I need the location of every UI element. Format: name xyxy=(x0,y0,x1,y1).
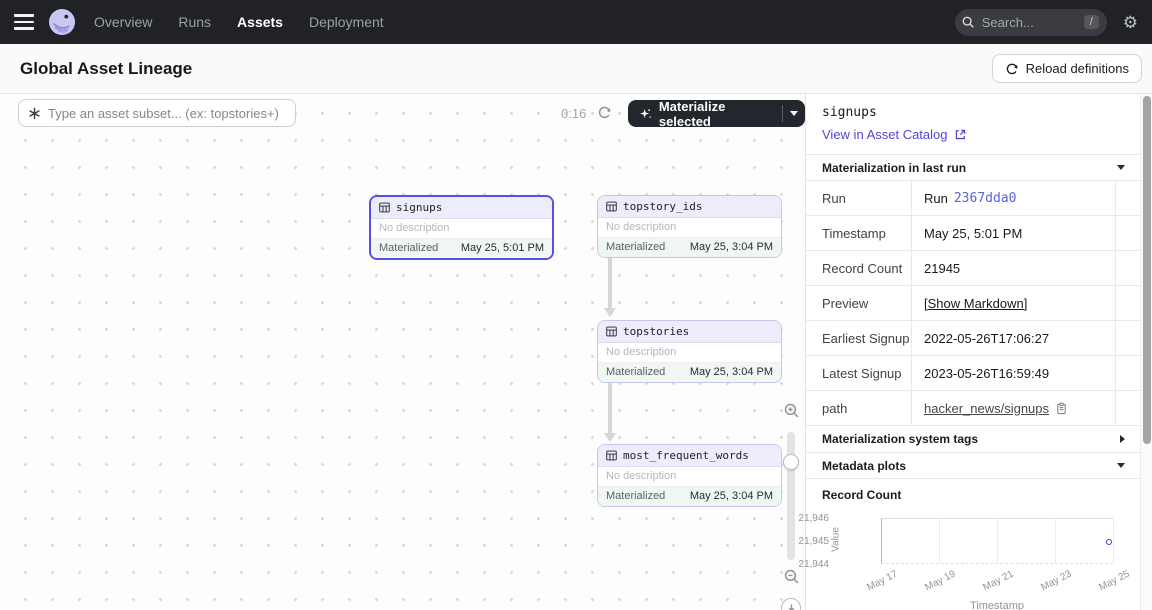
nav-item-assets[interactable]: Assets xyxy=(237,14,283,30)
plot-title: Record Count xyxy=(822,488,1125,502)
panel-scrollbar[interactable] xyxy=(1140,94,1152,610)
x-tick: May 19 xyxy=(908,569,958,602)
asset-node-description: No description xyxy=(598,218,781,238)
asset-node-status: Materialized xyxy=(606,366,665,378)
nav-links: Overview Runs Assets Deployment xyxy=(94,14,384,30)
y-tick: 21,946 xyxy=(769,513,829,524)
external-link-icon xyxy=(954,128,967,141)
asset-node-name: most_frequent_words xyxy=(623,449,749,462)
materialize-split-button: Materialize selected xyxy=(628,100,805,127)
section-materialization-last-run[interactable]: Materialization in last run xyxy=(806,154,1141,180)
asset-node-description: No description xyxy=(371,219,552,239)
reload-definitions-button[interactable]: Reload definitions xyxy=(992,54,1142,83)
table-row-record-count: Record Count 21945 xyxy=(806,251,1141,286)
chevron-down-icon xyxy=(790,111,798,116)
search-shortcut-badge: / xyxy=(1084,15,1099,29)
asset-wildcard-icon xyxy=(27,106,42,121)
run-id-link[interactable]: 2367dda0 xyxy=(954,191,1017,206)
asset-node-status: Materialized xyxy=(606,490,665,502)
chevron-down-icon xyxy=(1117,165,1125,170)
asset-node-name: signups xyxy=(396,201,442,214)
asset-node-topstory_ids[interactable]: topstory_ids No description Materialized… xyxy=(597,195,782,258)
path-link[interactable]: hacker_news/signups xyxy=(924,401,1049,416)
table-row-path: path hacker_news/signups xyxy=(806,391,1141,426)
asset-title: signups xyxy=(822,105,1125,120)
materialize-sparkle-icon xyxy=(639,107,652,121)
chevron-right-icon xyxy=(1120,435,1125,443)
search-icon xyxy=(961,15,975,29)
reload-icon xyxy=(1005,62,1019,76)
dagster-logo-icon[interactable] xyxy=(48,8,76,36)
asset-node-topstories[interactable]: topstories No description Materialized Ma… xyxy=(597,320,782,383)
asset-node-timestamp: May 25, 3:04 PM xyxy=(690,241,773,253)
copy-icon[interactable] xyxy=(1055,402,1068,415)
plot-area xyxy=(881,518,1113,564)
y-tick: 21,945 xyxy=(769,536,829,547)
asset-node-timestamp: May 25, 3:04 PM xyxy=(690,490,773,502)
table-icon xyxy=(606,326,617,337)
edge-topstory_ids-topstories xyxy=(608,257,612,308)
gear-icon[interactable]: ⚙ xyxy=(1123,14,1138,31)
x-tick: May 25 xyxy=(1082,569,1132,602)
chevron-down-icon xyxy=(1117,463,1125,468)
top-nav: Overview Runs Assets Deployment Search..… xyxy=(0,0,1152,44)
asset-node-signups[interactable]: signups No description Materialized May 2… xyxy=(369,195,554,260)
asset-node-name: topstories xyxy=(623,325,689,338)
x-tick: May 21 xyxy=(966,569,1016,602)
asset-node-timestamp: May 25, 5:01 PM xyxy=(461,242,544,254)
metadata-table: Run Run2367dda0 Timestamp May 25, 5:01 P… xyxy=(806,180,1141,426)
x-axis-label: Timestamp xyxy=(881,600,1113,610)
asset-details-panel: signups View in Asset Catalog Materializ… xyxy=(805,94,1152,610)
nav-item-runs[interactable]: Runs xyxy=(178,14,211,30)
table-row-preview: Preview [Show Markdown] xyxy=(806,286,1141,321)
view-in-asset-catalog-link[interactable]: View in Asset Catalog xyxy=(822,127,1125,142)
asset-graph-canvas[interactable]: 0:16 Materialize selected s xyxy=(0,94,805,610)
table-row-earliest-signup: Earliest Signup 2022-05-26T17:06:27 xyxy=(806,321,1141,356)
edge-topstories-most_frequent_words xyxy=(608,382,612,433)
page-header: Global Asset Lineage Reload definitions xyxy=(0,44,1152,94)
table-icon xyxy=(606,201,617,212)
y-tick: 21,944 xyxy=(769,559,829,570)
nav-item-overview[interactable]: Overview xyxy=(94,14,152,30)
scrollbar-thumb[interactable] xyxy=(1143,96,1151,444)
zoom-in-icon[interactable] xyxy=(783,402,800,424)
zoom-controls xyxy=(779,402,803,610)
show-markdown-link[interactable]: [Show Markdown] xyxy=(924,296,1027,311)
table-row-timestamp: Timestamp May 25, 5:01 PM xyxy=(806,216,1141,251)
table-row-run: Run Run2367dda0 xyxy=(806,181,1141,216)
asset-node-status: Materialized xyxy=(379,242,438,254)
section-metadata-plots[interactable]: Metadata plots xyxy=(806,452,1141,478)
table-icon xyxy=(379,202,390,213)
zoom-slider-handle[interactable] xyxy=(783,454,799,470)
x-tick: May 17 xyxy=(850,569,900,602)
page-title: Global Asset Lineage xyxy=(20,59,192,79)
table-icon xyxy=(606,450,617,461)
hamburger-menu-icon[interactable] xyxy=(14,14,34,30)
data-point[interactable] xyxy=(1106,539,1112,545)
materialize-selected-button[interactable]: Materialize selected xyxy=(628,100,782,127)
x-tick: May 23 xyxy=(1024,569,1074,602)
section-materialization-system-tags[interactable]: Materialization system tags xyxy=(806,426,1141,452)
asset-filter-input[interactable] xyxy=(48,106,287,121)
asset-node-timestamp: May 25, 3:04 PM xyxy=(690,366,773,378)
asset-filter-field[interactable] xyxy=(18,99,296,127)
search-placeholder: Search... xyxy=(982,15,1077,30)
materialize-options-caret[interactable] xyxy=(783,100,805,127)
asset-node-name: topstory_ids xyxy=(623,200,702,213)
global-search[interactable]: Search... / xyxy=(955,9,1107,36)
download-graph-button[interactable] xyxy=(781,598,801,610)
zoom-out-icon[interactable] xyxy=(783,568,800,590)
asset-node-description: No description xyxy=(598,343,781,363)
asset-node-most_frequent_words[interactable]: most_frequent_words No description Mater… xyxy=(597,444,782,507)
asset-node-description: No description xyxy=(598,467,781,487)
refresh-icon[interactable] xyxy=(597,105,612,125)
asset-node-status: Materialized xyxy=(606,241,665,253)
y-axis-label: Value xyxy=(831,510,842,570)
download-icon xyxy=(786,603,797,610)
poll-timer: 0:16 xyxy=(561,106,586,121)
record-count-chart: Value 21,946 21,945 21,944 May 17 May 19… xyxy=(822,504,1125,610)
table-row-latest-signup: Latest Signup 2023-05-26T16:59:49 xyxy=(806,356,1141,391)
nav-item-deployment[interactable]: Deployment xyxy=(309,14,384,30)
